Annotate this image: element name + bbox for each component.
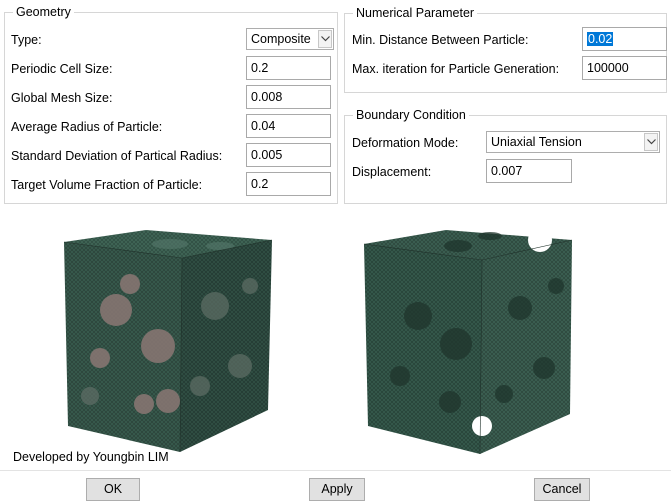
min-distance-value: 0.02 <box>587 32 614 46</box>
global-mesh-size-input[interactable]: 0.008 <box>246 85 331 109</box>
std-dev-radius-input[interactable]: 0.005 <box>246 143 331 167</box>
type-select-value: Composite <box>251 32 311 46</box>
type-label: Type: <box>11 33 42 47</box>
footer-divider <box>0 470 671 471</box>
min-distance-label: Min. Distance Between Particle: <box>352 33 529 47</box>
target-volume-fraction-label: Target Volume Fraction of Particle: <box>11 178 203 192</box>
target-volume-fraction-input[interactable]: 0.2 <box>246 172 331 196</box>
developer-credit: Developed by Youngbin LIM <box>13 450 169 464</box>
deformation-mode-select[interactable]: Uniaxial Tension <box>486 131 660 153</box>
average-radius-input[interactable]: 0.04 <box>246 114 331 138</box>
composite-mesh-image <box>60 226 280 456</box>
deformation-mode-label: Deformation Mode: <box>352 136 459 150</box>
deformation-mode-value: Uniaxial Tension <box>491 135 582 149</box>
global-mesh-size-label: Global Mesh Size: <box>11 91 113 105</box>
apply-button[interactable]: Apply <box>309 478 365 501</box>
chevron-down-icon[interactable] <box>644 133 658 151</box>
displacement-label: Displacement: <box>352 165 432 179</box>
chevron-down-icon[interactable] <box>318 30 332 48</box>
boundary-condition-title: Boundary Condition <box>353 108 469 123</box>
max-iteration-input[interactable]: 100000 <box>582 56 667 80</box>
displacement-input[interactable]: 0.007 <box>486 159 572 183</box>
max-iteration-label: Max. iteration for Particle Generation: <box>352 62 560 76</box>
geometry-group-title: Geometry <box>13 5 74 20</box>
type-select[interactable]: Composite <box>246 28 334 50</box>
cancel-button[interactable]: Cancel <box>534 478 590 501</box>
ok-button[interactable]: OK <box>86 478 140 501</box>
matrix-mesh-image <box>360 226 582 458</box>
std-dev-radius-label: Standard Deviation of Partical Radius: <box>11 149 223 163</box>
average-radius-label: Average Radius of Particle: <box>11 120 163 134</box>
min-distance-input[interactable]: 0.02 <box>582 27 667 51</box>
periodic-cell-size-label: Periodic Cell Size: <box>11 62 113 76</box>
numerical-parameter-group: Numerical Parameter <box>344 6 667 93</box>
numerical-parameter-title: Numerical Parameter <box>353 6 478 21</box>
periodic-cell-size-input[interactable]: 0.2 <box>246 56 331 80</box>
